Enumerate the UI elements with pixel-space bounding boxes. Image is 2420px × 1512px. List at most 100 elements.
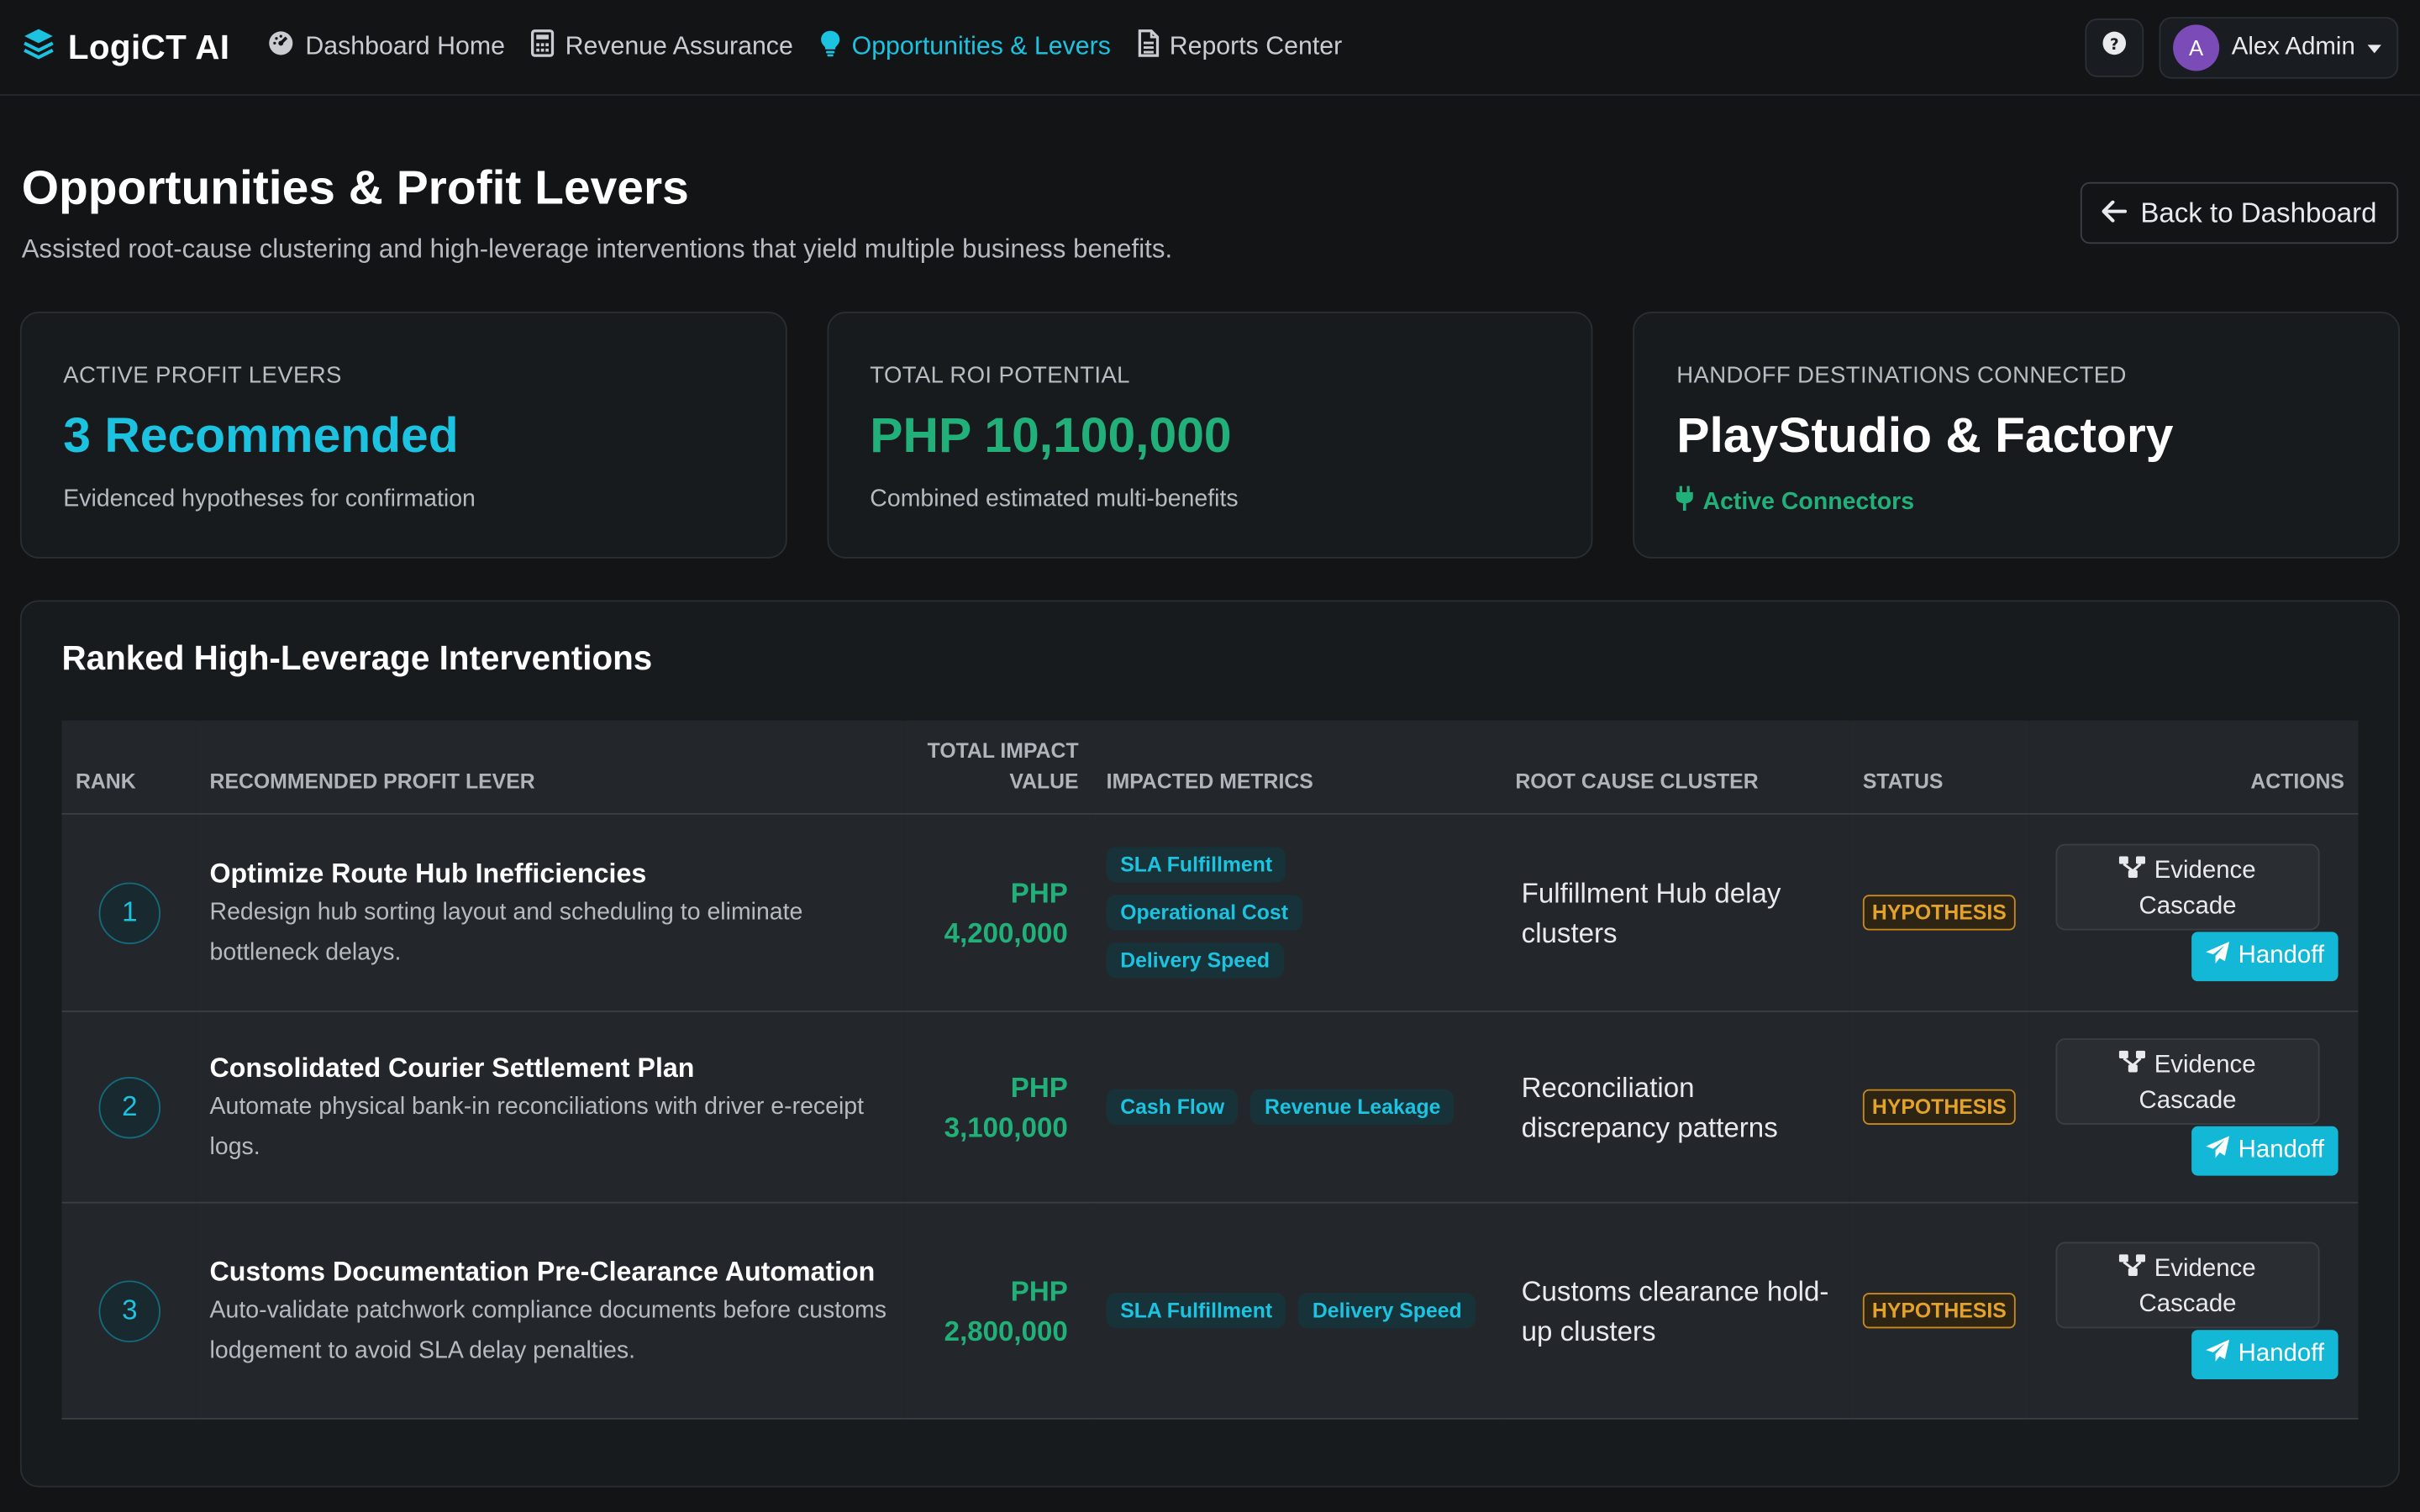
handoff-button[interactable]: Handoff [2191,1126,2338,1176]
metrics-tags: SLA Fulfillment Operational Cost Deliver… [1106,847,1488,979]
card-note-status: Active Connectors [1676,486,2356,519]
table-row: 1 Optimize Route Hub Inefficiencies Rede… [61,813,2359,1011]
impact-cell: PHP 3,100,000 [904,1011,1092,1203]
brand-logo[interactable]: LogiCT AI [22,26,230,68]
card-active-profit-levers: Active Profit Levers 3 Recommended Evide… [19,312,787,559]
nav-label: Dashboard Home [305,32,505,60]
status-badge: HYPOTHESIS [1862,1293,2016,1329]
nav-reports-center[interactable]: Reports Center [1137,29,1342,65]
lever-cell: Customs Documentation Pre-Clearance Auto… [196,1203,904,1419]
page-subtitle: Assisted root-cause clustering and high-… [21,234,1173,265]
lever-title: Consolidated Courier Settlement Plan [209,1051,695,1083]
impact-cell: PHP 2,800,000 [904,1203,1092,1419]
back-to-dashboard-button[interactable]: Back to Dashboard [2080,181,2399,244]
back-label: Back to Dashboard [2140,197,2377,228]
metric-tag: SLA Fulfillment [1106,847,1286,883]
evidence-cascade-button[interactable]: Evidence Cascade [2055,843,2320,931]
handoff-label: Handoff [2238,1341,2325,1368]
impact-cell: PHP 4,200,000 [904,814,1092,1011]
root-cause-cell: Customs clearance hold-up clusters [1521,1275,1829,1347]
nav-label: Revenue Assurance [565,32,793,60]
col-header-impact: Total Impact Value [904,721,1092,814]
interventions-table: Rank Recommended Profit Lever Total Impa… [61,720,2359,1420]
handoff-button[interactable]: Handoff [2191,932,2338,982]
evidence-cascade-button[interactable]: Evidence Cascade [2055,1038,2320,1125]
user-name: Alex Admin [2231,33,2355,60]
card-label: Active Profit Levers [63,362,342,389]
user-menu-button[interactable]: A Alex Admin [2159,16,2399,78]
rank-cell: 1 [61,814,196,1011]
rank-badge: 2 [98,1076,161,1138]
nav-opportunities-levers[interactable]: Opportunities & Levers [819,29,1111,65]
question-circle-icon: ? [2102,31,2126,64]
lever-desc: Automate physical bank-in reconciliation… [209,1093,865,1160]
interventions-panel: Ranked High-Leverage Interventions Rank … [19,600,2401,1488]
page-header: Opportunities & Profit Levers Assisted r… [0,96,2420,265]
lever-desc: Redesign hub sorting layout and scheduli… [209,898,803,965]
layers-icon [22,26,55,68]
gauge-icon [266,29,294,65]
status-cell: HYPOTHESIS [1849,814,2029,1011]
document-icon [1137,29,1159,65]
rank-cell: 3 [61,1203,196,1419]
help-button[interactable]: ? [2085,18,2144,76]
metric-tag: Delivery Speed [1298,1293,1476,1329]
handoff-label: Handoff [2238,1137,2325,1163]
page-header-text: Opportunities & Profit Levers Assisted r… [22,160,1172,265]
card-handoff-destinations: Handoff Destinations Connected PlayStudi… [1633,312,2401,559]
metric-tag: SLA Fulfillment [1106,1293,1286,1329]
lever-title: Optimize Route Hub Inefficiencies [209,857,647,889]
card-label: Handoff Destinations Connected [1676,362,2127,389]
caret-down-icon [2367,33,2382,60]
col-header-impact-line1: Total Impact [927,738,1079,763]
calculator-icon [531,29,555,65]
navbar-right: ? A Alex Admin [2085,16,2399,78]
col-header-metrics: Impacted Metrics [1106,769,1313,794]
card-note: Combined estimated multi-benefits [870,486,1239,512]
card-label: Total ROI Potential [870,362,1130,389]
rank-cell: 2 [61,1011,196,1203]
plug-icon [1676,486,1694,519]
lever-cell: Consolidated Courier Settlement Plan Aut… [196,1011,904,1203]
sitemap-icon [2119,1254,2147,1282]
paper-plane-icon [2206,1339,2230,1370]
rank-badge: 3 [98,1279,161,1342]
svg-text:?: ? [2110,36,2119,54]
sitemap-icon [2119,856,2147,884]
row-actions: Evidence Cascade Handoff [2044,1242,2344,1380]
sitemap-icon [2119,1050,2147,1079]
rank-badge: 1 [98,881,161,944]
avatar: A [2172,24,2220,71]
metrics-tags: SLA Fulfillment Delivery Speed [1106,1293,1488,1329]
paper-plane-icon [2206,1136,2230,1167]
evidence-cascade-button[interactable]: Evidence Cascade [2055,1242,2320,1329]
summary-cards: Active Profit Levers 3 Recommended Evide… [0,265,2420,559]
lightbulb-icon [819,29,841,65]
nav-label: Opportunities & Levers [851,32,1111,60]
nav-dashboard-home[interactable]: Dashboard Home [266,29,505,65]
actions-cell: Evidence Cascade Handoff [2029,1203,2358,1419]
metric-tag: Delivery Speed [1106,942,1284,979]
row-actions: Evidence Cascade Handoff [2044,843,2344,982]
handoff-button[interactable]: Handoff [2191,1330,2338,1380]
card-note: Active Connectors [1702,488,1915,515]
metric-tag: Cash Flow [1106,1089,1239,1125]
root-cause-cell: Fulfillment Hub delay clusters [1521,877,1781,948]
card-value: PlayStudio & Factory [1676,407,2174,464]
paper-plane-icon [2206,941,2230,972]
top-navbar: LogiCT AI Dashboard Home Revenue Assuran… [0,0,2420,96]
metrics-cell: SLA Fulfillment Operational Cost Deliver… [1092,814,1502,1011]
page-title: Opportunities & Profit Levers [21,160,689,215]
evidence-label: Evidence [2154,1256,2256,1283]
status-badge: HYPOTHESIS [1862,895,2016,931]
status-badge: HYPOTHESIS [1862,1089,2016,1125]
col-header-root: Root Cause Cluster [1515,769,1759,794]
page: LogiCT AI Dashboard Home Revenue Assuran… [0,0,2420,1512]
root-cause-cell: Reconciliation discrepancy patterns [1521,1071,1778,1143]
nav-revenue-assurance[interactable]: Revenue Assurance [531,29,793,65]
lever-desc: Auto-validate patchwork compliance docum… [209,1296,886,1363]
impact-amount: 4,200,000 [944,916,1068,948]
table-row: 3 Customs Documentation Pre-Clearance Au… [61,1202,2359,1419]
col-header-impact-line2: Value [1009,769,1079,794]
metrics-tags: Cash Flow Revenue Leakage [1106,1089,1488,1125]
